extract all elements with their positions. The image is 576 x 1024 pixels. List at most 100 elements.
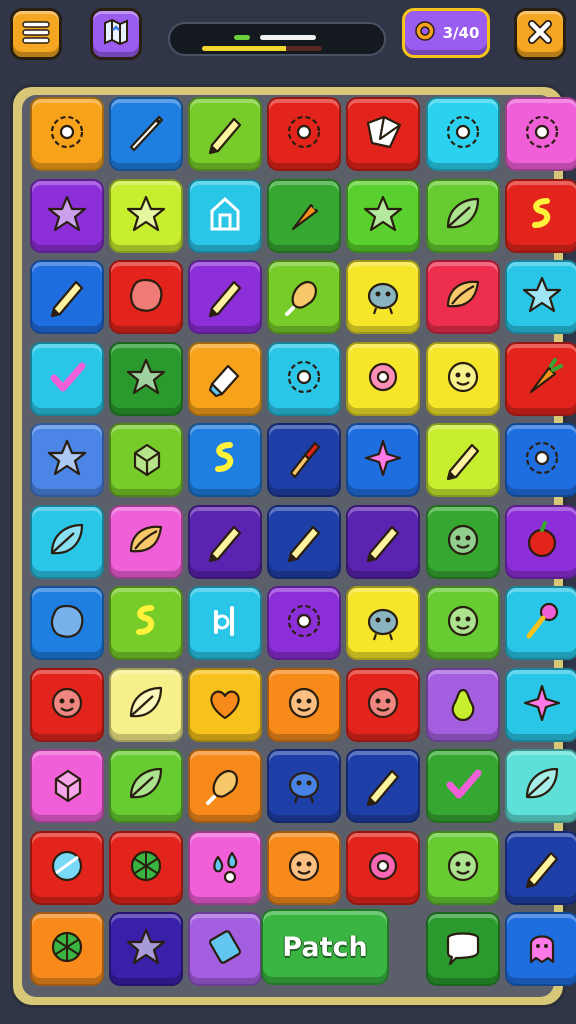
eraser-icon [202,354,248,404]
tile[interactable] [504,97,576,171]
star-icon [519,272,565,322]
tile[interactable] [109,178,184,253]
tile[interactable] [30,667,104,742]
tile[interactable] [267,260,342,334]
tile[interactable] [188,341,263,416]
tile[interactable] [109,749,184,823]
tile[interactable] [30,341,104,416]
face-icon [440,843,486,893]
tile[interactable] [425,667,500,742]
tile[interactable] [109,504,184,579]
patch-button[interactable]: Patch [261,909,389,985]
shell-icon [123,517,169,567]
map-button[interactable] [90,8,142,60]
tile[interactable] [30,260,104,334]
tile[interactable] [30,586,104,660]
tile[interactable] [504,260,576,334]
tile[interactable] [267,423,342,497]
tile[interactable] [109,341,184,416]
face-icon [440,354,486,404]
tile[interactable] [109,97,184,171]
tile[interactable] [30,97,104,171]
tile[interactable] [504,749,576,823]
tile[interactable] [425,423,500,497]
tile[interactable] [346,830,421,905]
tile[interactable] [425,504,500,579]
tile[interactable] [109,912,184,986]
tile[interactable] [30,830,104,905]
tile[interactable] [188,667,263,742]
close-icon [526,18,554,50]
tile[interactable] [267,830,342,905]
tile[interactable] [267,749,342,823]
tile[interactable] [425,912,500,986]
tile[interactable] [504,178,576,253]
tile[interactable] [30,423,104,497]
tile[interactable] [504,423,576,497]
tile[interactable] [30,749,104,823]
gear-icon [281,598,327,648]
close-button[interactable] [514,8,566,60]
tile[interactable] [504,912,576,986]
check-icon [44,354,90,404]
tile[interactable] [346,586,421,660]
tile[interactable] [504,341,576,416]
menu-button[interactable] [10,8,62,60]
tile[interactable] [30,178,104,253]
tile[interactable] [504,504,576,579]
moves-counter-button[interactable]: 3/40 [402,8,490,58]
tile[interactable] [346,504,421,579]
progress-fill [202,46,286,51]
tile[interactable] [109,830,184,905]
tile[interactable] [346,423,421,497]
tile[interactable] [346,97,421,171]
tile[interactable] [346,341,421,416]
flower-icon [360,843,406,893]
blob-icon [44,598,90,648]
tile[interactable] [188,423,263,497]
tile[interactable] [425,830,500,905]
tile[interactable] [109,586,184,660]
tile[interactable] [188,830,263,905]
star-icon [360,191,406,241]
sparkle-icon [519,680,565,730]
tile[interactable] [188,178,263,253]
tile[interactable] [504,667,576,742]
tile[interactable] [267,586,342,660]
tile[interactable] [504,586,576,660]
tile[interactable] [109,260,184,334]
tile[interactable] [30,912,104,986]
tile[interactable] [425,586,500,660]
leaf-icon [123,680,169,730]
tile[interactable] [109,423,184,497]
pencil-icon [360,517,406,567]
tile[interactable] [346,260,421,334]
tile[interactable] [109,667,184,742]
tile[interactable] [267,97,342,171]
tile[interactable] [504,830,576,905]
tile[interactable] [267,667,342,742]
face-icon [440,517,486,567]
tile[interactable] [188,586,263,660]
tile[interactable] [346,667,421,742]
tile[interactable] [425,97,500,171]
tile[interactable] [267,178,342,253]
tile[interactable] [30,504,104,579]
tile[interactable] [346,749,421,823]
tile[interactable] [188,912,263,986]
tile[interactable] [425,260,500,334]
tile[interactable] [346,178,421,253]
tile[interactable] [188,260,263,334]
tile[interactable] [188,504,263,579]
star-icon [44,435,90,485]
swirl-icon [123,598,169,648]
tile[interactable] [425,178,500,253]
tile[interactable] [267,504,342,579]
monster-icon [281,761,327,811]
map-icon [100,16,132,52]
tile[interactable] [188,749,263,823]
tile[interactable] [188,97,263,171]
tile[interactable] [267,341,342,416]
tile[interactable] [425,749,500,823]
tile[interactable] [425,341,500,416]
